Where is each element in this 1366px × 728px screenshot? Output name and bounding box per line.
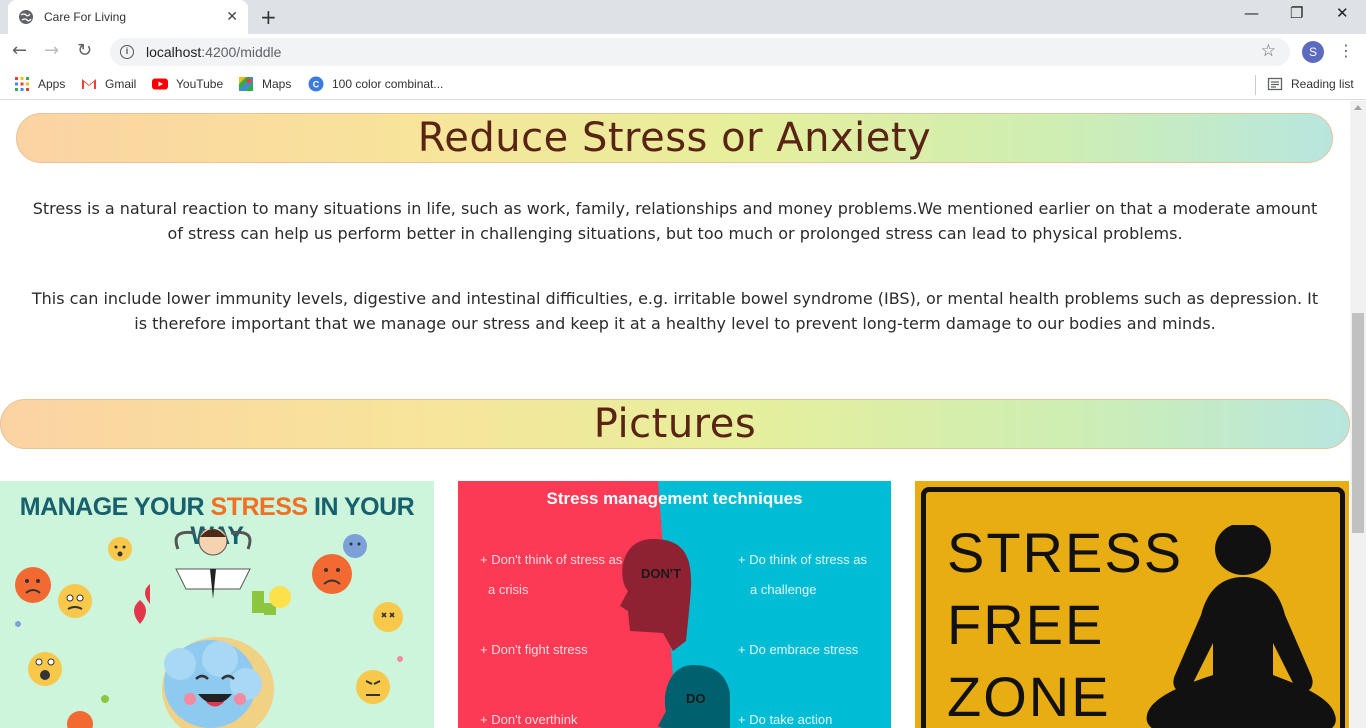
reading-list-label: Reading list	[1291, 77, 1354, 91]
gmail-icon	[82, 79, 96, 89]
scroll-thumb[interactable]	[1352, 313, 1364, 533]
url-input[interactable]: i localhost:4200/middle ☆	[110, 38, 1290, 66]
bookmark-label: Maps	[262, 77, 292, 91]
new-tab-icon[interactable]: +	[260, 5, 277, 29]
forward-icon[interactable]: →	[44, 40, 59, 61]
list-item-text: Don't think of stress as	[491, 552, 623, 567]
page-content: Reduce Stress or Anxiety Stress is a nat…	[0, 101, 1350, 728]
browser-tab[interactable]: Care For Living ✕	[8, 0, 248, 34]
bookmark-label: YouTube	[176, 77, 224, 91]
apps-grid-icon	[15, 77, 29, 91]
list-item: + Do take action	[738, 712, 833, 727]
youtube-icon	[152, 78, 168, 90]
svg-text:C: C	[313, 80, 320, 90]
list-item-text: Do think of stress as	[749, 552, 867, 567]
url-host: localhost	[146, 44, 202, 60]
heading-part: MANAGE YOUR	[19, 493, 211, 521]
dont-label: DON'T	[641, 566, 681, 581]
menu-icon[interactable]: ⋮	[1338, 41, 1354, 60]
site-info-icon[interactable]: i	[120, 45, 134, 59]
pictures-section-banner: Pictures	[0, 399, 1350, 449]
stress-section-banner: Reduce Stress or Anxiety	[16, 113, 1333, 163]
profile-avatar[interactable]: S	[1302, 41, 1324, 63]
bookmark-label: 100 color combinat...	[332, 77, 444, 91]
bookmark-color-combinations[interactable]: C 100 color combinat...	[308, 76, 443, 92]
tab-title: Care For Living	[44, 10, 127, 24]
close-tab-icon[interactable]: ✕	[226, 9, 238, 25]
picture-stress-free-zone[interactable]: STRESS FREE ZONE	[915, 481, 1349, 728]
url-path: :4200/middle	[201, 44, 282, 60]
list-item-text: Don't overthink	[491, 712, 578, 727]
do-label: DO	[686, 691, 706, 706]
list-item: + Don't think of stress as	[480, 552, 623, 567]
globe-icon	[19, 10, 33, 24]
stress-paragraph-1: Stress is a natural reaction to many sit…	[32, 199, 1318, 243]
list-item-text: Do take action	[749, 712, 833, 727]
scroll-up-arrow[interactable]	[1354, 105, 1362, 110]
tab-strip: Care For Living ✕ + — ❐ ✕	[0, 0, 1366, 34]
bookmarks-bar: Apps Gmail YouTube Maps C 100 color comb…	[0, 70, 1366, 100]
list-item-text: Don't fight stress	[491, 642, 588, 657]
reading-list-button[interactable]: Reading list	[1267, 76, 1354, 92]
reading-list-icon	[1267, 77, 1283, 91]
picture-stress-techniques[interactable]: Stress management techniques DON'T DO + …	[458, 481, 891, 728]
page-scrollbar[interactable]	[1350, 101, 1366, 728]
picture-manage-stress[interactable]: MANAGE YOUR STRESS IN YOUR WAY	[0, 481, 434, 728]
minimize-icon[interactable]: —	[1244, 4, 1259, 22]
canva-icon: C	[308, 76, 324, 92]
divider	[1255, 75, 1256, 95]
list-item: a crisis	[488, 582, 529, 597]
list-item: a challenge	[750, 582, 817, 597]
stress-illustration	[15, 529, 403, 728]
list-item: + Do embrace stress	[738, 642, 859, 657]
list-item-text: Do embrace stress	[749, 642, 859, 657]
close-window-icon[interactable]: ✕	[1336, 4, 1349, 22]
bookmark-apps[interactable]: Apps	[14, 76, 65, 92]
picture-heading: Stress management techniques	[546, 489, 803, 508]
heading-highlight: STRESS	[210, 493, 309, 521]
bookmark-label: Apps	[38, 77, 66, 91]
stress-paragraph-2: This can include lower immunity levels, …	[31, 289, 1319, 333]
bookmark-star-icon[interactable]: ☆	[1261, 41, 1276, 61]
do-list: + Do think of stress as a challenge + Do…	[738, 545, 867, 728]
reload-icon[interactable]: ↻	[77, 40, 92, 61]
bookmark-youtube[interactable]: YouTube	[152, 76, 223, 92]
back-icon[interactable]: ←	[12, 40, 27, 61]
list-item: + Don't overthink	[480, 712, 578, 727]
restore-icon[interactable]: ❐	[1290, 4, 1303, 22]
list-item: + Do think of stress as	[738, 552, 867, 567]
bookmark-label: Gmail	[105, 77, 137, 91]
meditation-figure-icon	[1146, 525, 1336, 728]
maps-icon	[239, 77, 253, 91]
section-title: Reduce Stress or Anxiety	[417, 115, 932, 161]
bookmark-gmail[interactable]: Gmail	[81, 76, 136, 92]
address-bar: ← → ↻ i localhost:4200/middle ☆ S ⋮	[0, 34, 1366, 70]
list-item: + Don't fight stress	[480, 642, 588, 657]
section-title: Pictures	[593, 401, 757, 447]
dont-list: + Don't think of stress as a crisis + Do…	[480, 545, 622, 728]
bookmark-maps[interactable]: Maps	[238, 76, 291, 92]
